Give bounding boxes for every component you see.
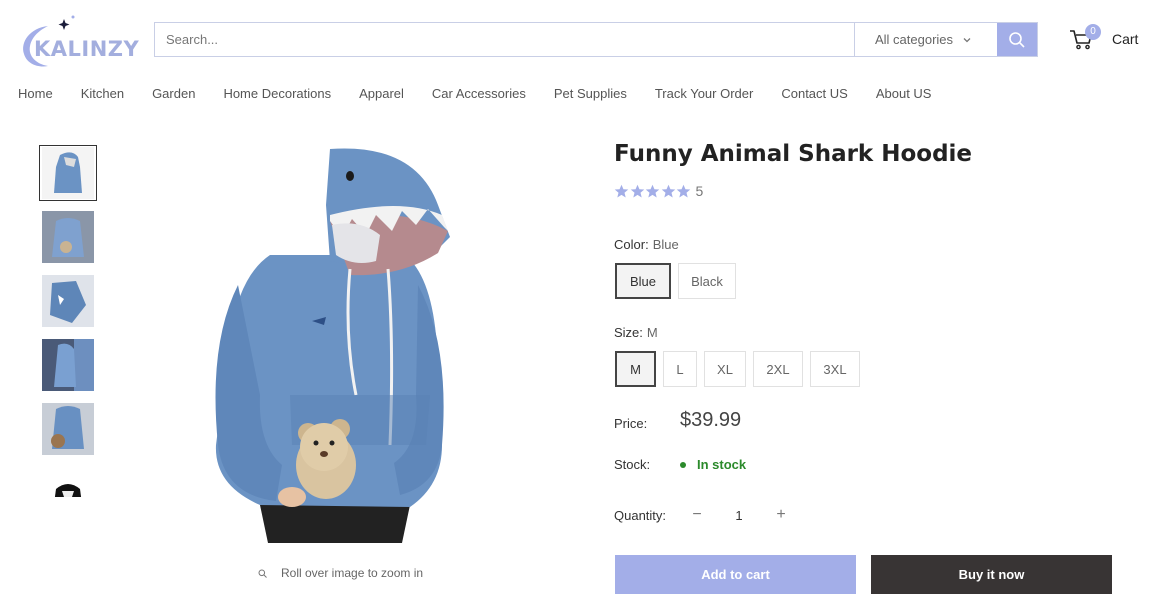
add-to-cart-button[interactable]: Add to cart [615,555,856,594]
chevron-down-icon [963,37,971,42]
color-selected-value: Blue [652,237,679,252]
stock-status: In stock [680,457,746,472]
size-swatch-3xl[interactable]: 3XL [810,351,860,387]
nav-item-car-accessories[interactable]: Car Accessories [432,86,526,101]
category-select[interactable]: All categories [854,23,997,56]
thumbnail-image [42,147,94,199]
rating-count: 5 [695,183,704,199]
nav-item-home[interactable]: Home [18,86,53,101]
brand-name: KALINZY [34,37,140,61]
stock-label: Stock: [614,457,651,472]
buy-now-button[interactable]: Buy it now [871,555,1112,594]
color-label: Color: [614,237,649,252]
size-swatch-l[interactable]: L [663,351,697,387]
size-selected-value: M [646,325,658,340]
product-price: $39.99 [680,409,742,431]
nav-item-about-us[interactable]: About US [876,86,932,101]
star-icon [676,184,691,197]
thumbnail-5[interactable] [39,401,97,457]
cart-label: Cart [1112,31,1139,47]
brand-logo[interactable]: KALINZY [18,14,139,70]
nav-item-contact-us[interactable]: Contact US [781,86,847,101]
thumbnail-1[interactable] [39,145,97,201]
price-label: Price: [614,416,648,431]
quantity-increase-button[interactable]: + [772,506,790,524]
search-bar: All categories [154,22,1038,57]
thumbnail-strip [39,145,99,497]
thumbnail-image [42,339,94,391]
main-nav: Home Kitchen Garden Home Decorations App… [18,86,959,101]
size-swatch-xl[interactable]: XL [704,351,746,387]
cart-link[interactable]: 0 Cart [1068,24,1138,54]
nav-item-garden[interactable]: Garden [152,86,195,101]
product-rating[interactable]: 5 [614,183,703,199]
zoom-hint-text: Roll over image to zoom in [281,566,424,580]
thumbnail-image [42,275,94,327]
thumbnail-image [42,211,94,263]
size-option-label: Size: M [614,325,658,340]
thumbnail-2[interactable] [39,209,97,265]
nav-item-home-decorations[interactable]: Home Decorations [223,86,331,101]
nav-item-kitchen[interactable]: Kitchen [81,86,124,101]
thumbnail-6[interactable] [39,465,97,497]
quantity-stepper: − 1 + [688,506,790,524]
size-swatch-2xl[interactable]: 2XL [753,351,803,387]
magnifier-icon [258,569,267,578]
search-icon [1009,31,1025,48]
star-icon [645,184,660,197]
nav-item-apparel[interactable]: Apparel [359,86,404,101]
star-icon [661,184,675,197]
quantity-input[interactable]: 1 [706,508,772,523]
star-icon [630,184,644,197]
color-swatch-black[interactable]: Black [678,263,736,299]
star-icon [614,184,629,197]
color-option-label: Color: Blue [614,237,679,252]
color-swatches: Blue Black [615,263,743,299]
thumbnail-image [42,403,94,455]
product-title: Funny Animal Shark Hoodie [614,141,973,167]
quantity-decrease-button[interactable]: − [688,506,706,524]
thumbnail-4[interactable] [39,337,97,393]
size-label: Size: [614,325,643,340]
thumbnail-3[interactable] [39,273,97,329]
search-input[interactable] [155,23,854,56]
zoom-hint: Roll over image to zoom in [258,566,423,580]
color-swatch-blue[interactable]: Blue [615,263,671,299]
product-main-image[interactable] [180,145,480,543]
size-swatch-m[interactable]: M [615,351,656,387]
stock-text: In stock [697,457,747,472]
quantity-label: Quantity: [614,508,667,523]
thumbnail-image [42,467,94,497]
in-stock-dot-icon [680,461,686,468]
nav-item-pet-supplies[interactable]: Pet Supplies [554,86,627,101]
search-button[interactable] [997,23,1037,56]
category-select-label: All categories [875,32,954,47]
size-swatches: M L XL 2XL 3XL [615,351,867,387]
cart-count-badge: 0 [1085,24,1101,40]
nav-item-track-order[interactable]: Track Your Order [655,86,754,101]
